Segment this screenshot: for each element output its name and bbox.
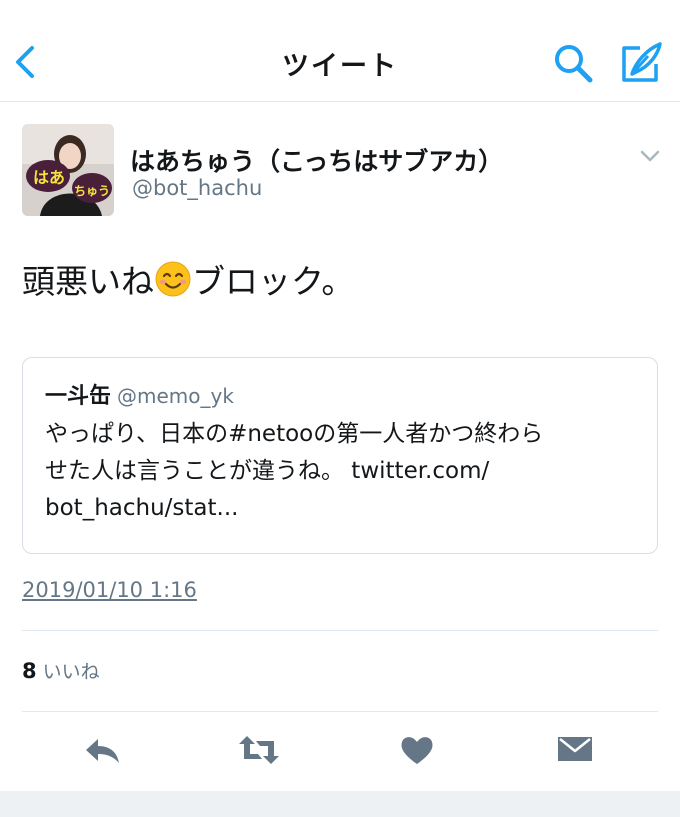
reply-icon[interactable] bbox=[84, 733, 122, 767]
quoted-tweet-text: やっぱり、日本の#netooの第一人者かつ終わら せた人は言うことが違うね。 t… bbox=[45, 416, 645, 527]
quoted-text-line: せた人は言うことが違うね。 twitter.com/ bbox=[45, 458, 490, 484]
bottom-background-strip bbox=[0, 791, 680, 817]
quoted-author-name: 一斗缶 bbox=[45, 384, 112, 409]
tweet-text-part-2: ブロック。 bbox=[192, 262, 355, 301]
tweet-timestamp[interactable]: 2019/01/10 1:16 bbox=[22, 578, 197, 602]
tweet-author: はあ ちゅう はあちゅう（こっちはサブアカ） @bot_hachu bbox=[22, 124, 662, 220]
compose-icon[interactable] bbox=[618, 40, 664, 86]
caret-down-icon[interactable] bbox=[636, 146, 664, 166]
avatar-image: はあ ちゅう bbox=[22, 124, 114, 216]
divider bbox=[22, 711, 658, 712]
quoted-text-line: やっぱり、日本の#netooの第一人者かつ終わら bbox=[45, 421, 544, 447]
avatar[interactable]: はあ ちゅう bbox=[22, 124, 114, 216]
smiling-face-icon bbox=[155, 261, 191, 297]
likes-number: 8 bbox=[22, 659, 37, 683]
avatar-fan-text-1: はあ bbox=[33, 168, 65, 187]
quoted-text-line: bot_hachu/stat... bbox=[45, 495, 239, 521]
quoted-tweet-card[interactable]: 一斗缶 @memo_yk やっぱり、日本の#netooの第一人者かつ終わら せた人… bbox=[22, 357, 658, 554]
divider bbox=[22, 630, 658, 631]
quoted-tweet-header: 一斗缶 @memo_yk bbox=[45, 378, 234, 410]
search-icon[interactable] bbox=[552, 42, 594, 84]
navigation-bar: ツイート bbox=[0, 0, 680, 102]
author-name[interactable]: はあちゅう（こっちはサブアカ） bbox=[130, 142, 503, 178]
tweet-text: 頭悪いね ブロック。 bbox=[22, 258, 354, 306]
author-handle[interactable]: @bot_hachu bbox=[132, 176, 262, 200]
retweet-icon[interactable] bbox=[238, 733, 280, 767]
quoted-author-handle: @memo_yk bbox=[117, 384, 234, 408]
likes-label: いいね bbox=[42, 661, 100, 683]
likes-count[interactable]: 8 いいね bbox=[22, 657, 100, 684]
heart-icon[interactable] bbox=[398, 733, 436, 767]
avatar-fan-text-2: ちゅう bbox=[74, 184, 110, 198]
tweet-text-part-1: 頭悪いね bbox=[22, 262, 154, 301]
direct-message-icon[interactable] bbox=[556, 733, 594, 767]
